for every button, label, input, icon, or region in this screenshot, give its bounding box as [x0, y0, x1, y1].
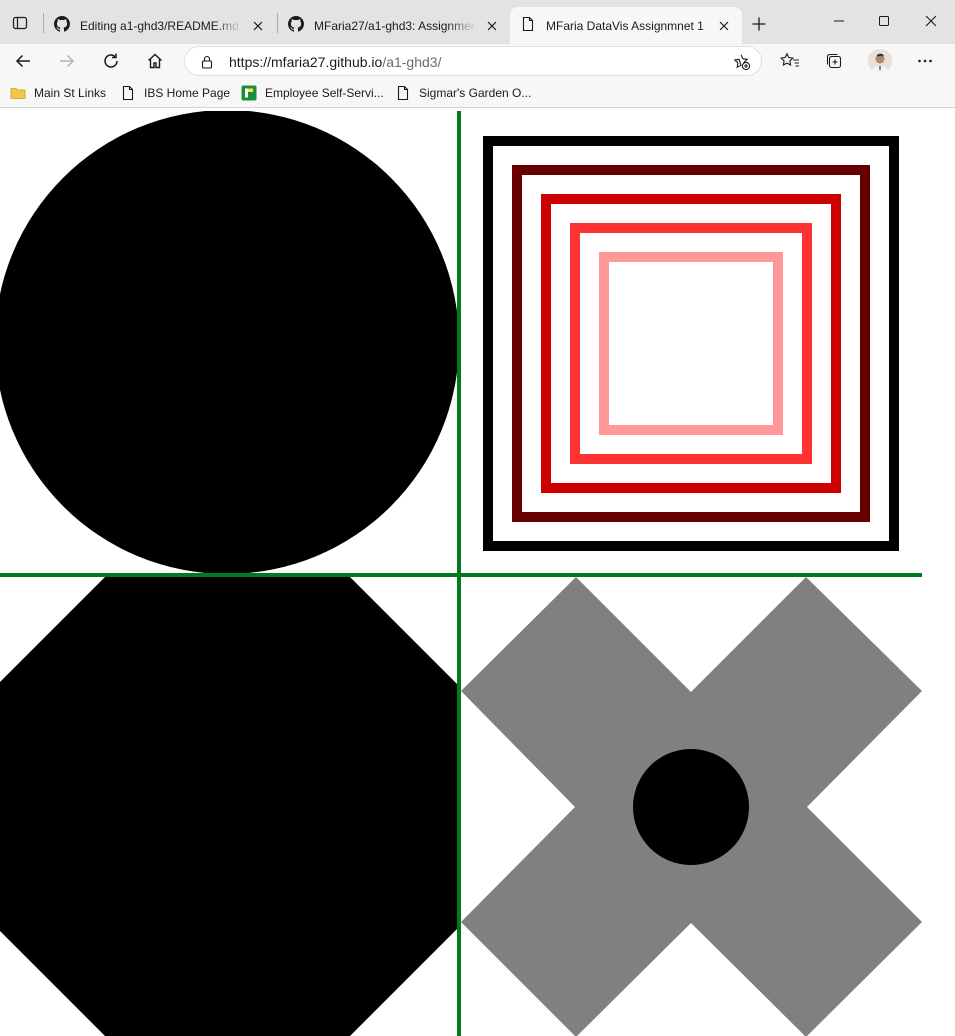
close-window-button[interactable]	[916, 8, 946, 34]
close-icon	[925, 15, 937, 27]
bookmark-label: IBS Home Page	[144, 86, 231, 100]
center-dot	[633, 749, 749, 865]
back-arrow-icon	[15, 54, 30, 68]
maximize-button[interactable]	[869, 8, 899, 34]
tab-github-repo[interactable]: MFaria27/a1-ghd3: Assignment	[278, 7, 510, 44]
black-octagon	[0, 574, 460, 1036]
paylocity-icon	[241, 85, 257, 101]
shapes-canvas	[0, 111, 922, 1036]
star-add-icon	[733, 54, 751, 71]
page-icon	[120, 85, 136, 101]
new-tab-button[interactable]	[746, 11, 772, 37]
square-ring	[599, 252, 783, 435]
home-button[interactable]	[141, 47, 169, 75]
folder-icon	[10, 85, 26, 101]
collections-icon	[826, 53, 842, 69]
favorites-button[interactable]	[776, 47, 804, 75]
minimize-button[interactable]	[824, 8, 854, 34]
url-host: https://mfaria27.github.io	[229, 54, 383, 70]
github-icon	[54, 16, 70, 35]
bookmarks-bar: Main St Links IBS Home Page Employee Sel…	[0, 78, 955, 108]
tab-strip: Editing a1-ghd3/README.md at MFaria27/a1…	[0, 0, 955, 44]
url-path: /a1-ghd3/	[382, 54, 442, 70]
forward-arrow-icon	[60, 54, 75, 68]
grey-cross	[461, 577, 922, 1036]
page-content	[0, 111, 955, 1036]
tab-title: Editing a1-ghd3/README.md at	[80, 18, 242, 33]
bookmark-label: Main St Links	[34, 86, 107, 100]
navigation-toolbar: https://mfaria27.github.io/a1-ghd3/	[0, 44, 955, 78]
favorites-star-icon	[780, 52, 799, 67]
tab-assignment-active[interactable]: MFaria DataVis Assignmnet 1	[510, 7, 742, 44]
close-tab-icon[interactable]	[716, 18, 732, 34]
bookmark-ibs-home-page[interactable]: IBS Home Page	[120, 84, 230, 102]
bookmark-sigmars-garden[interactable]: Sigmar's Garden O...	[395, 84, 531, 102]
add-favorite-button[interactable]	[731, 51, 753, 73]
collections-button[interactable]	[820, 47, 848, 75]
refresh-icon	[104, 53, 118, 68]
bookmark-employee-self-service[interactable]: Employee Self-Servi...	[241, 84, 384, 102]
forward-button[interactable]	[53, 47, 81, 75]
page-icon	[395, 85, 411, 101]
url-text[interactable]: https://mfaria27.github.io/a1-ghd3/	[229, 54, 441, 70]
close-tab-icon[interactable]	[250, 18, 266, 34]
black-circle	[0, 111, 459, 574]
github-icon	[288, 16, 304, 35]
more-dots-icon	[918, 59, 932, 63]
bookmark-label: Sigmar's Garden O...	[419, 86, 532, 100]
refresh-button[interactable]	[97, 47, 125, 75]
tab-editing-readme[interactable]: Editing a1-ghd3/README.md at	[44, 7, 276, 44]
concentric-squares	[483, 136, 899, 551]
user-avatar-icon	[868, 49, 892, 73]
back-button[interactable]	[9, 47, 37, 75]
plus-icon	[752, 17, 766, 31]
square-ring	[541, 194, 841, 493]
profile-avatar[interactable]	[868, 49, 892, 73]
square-ring	[512, 165, 870, 522]
minimize-icon	[834, 20, 844, 22]
bookmark-main-st-links[interactable]: Main St Links	[10, 84, 106, 102]
tab-actions-menu-icon[interactable]	[8, 11, 32, 35]
maximize-icon	[879, 16, 889, 26]
square-ring	[570, 223, 812, 464]
bookmark-label: Employee Self-Servi...	[265, 86, 384, 100]
tab-title: MFaria27/a1-ghd3: Assignment	[314, 18, 476, 33]
address-bar[interactable]: https://mfaria27.github.io/a1-ghd3/	[184, 46, 762, 76]
close-tab-icon[interactable]	[484, 18, 500, 34]
page-icon	[520, 16, 536, 35]
lock-icon[interactable]	[199, 54, 215, 70]
settings-more-button[interactable]	[911, 47, 939, 75]
tab-title: MFaria DataVis Assignmnet 1	[546, 18, 704, 33]
home-icon	[148, 53, 162, 69]
